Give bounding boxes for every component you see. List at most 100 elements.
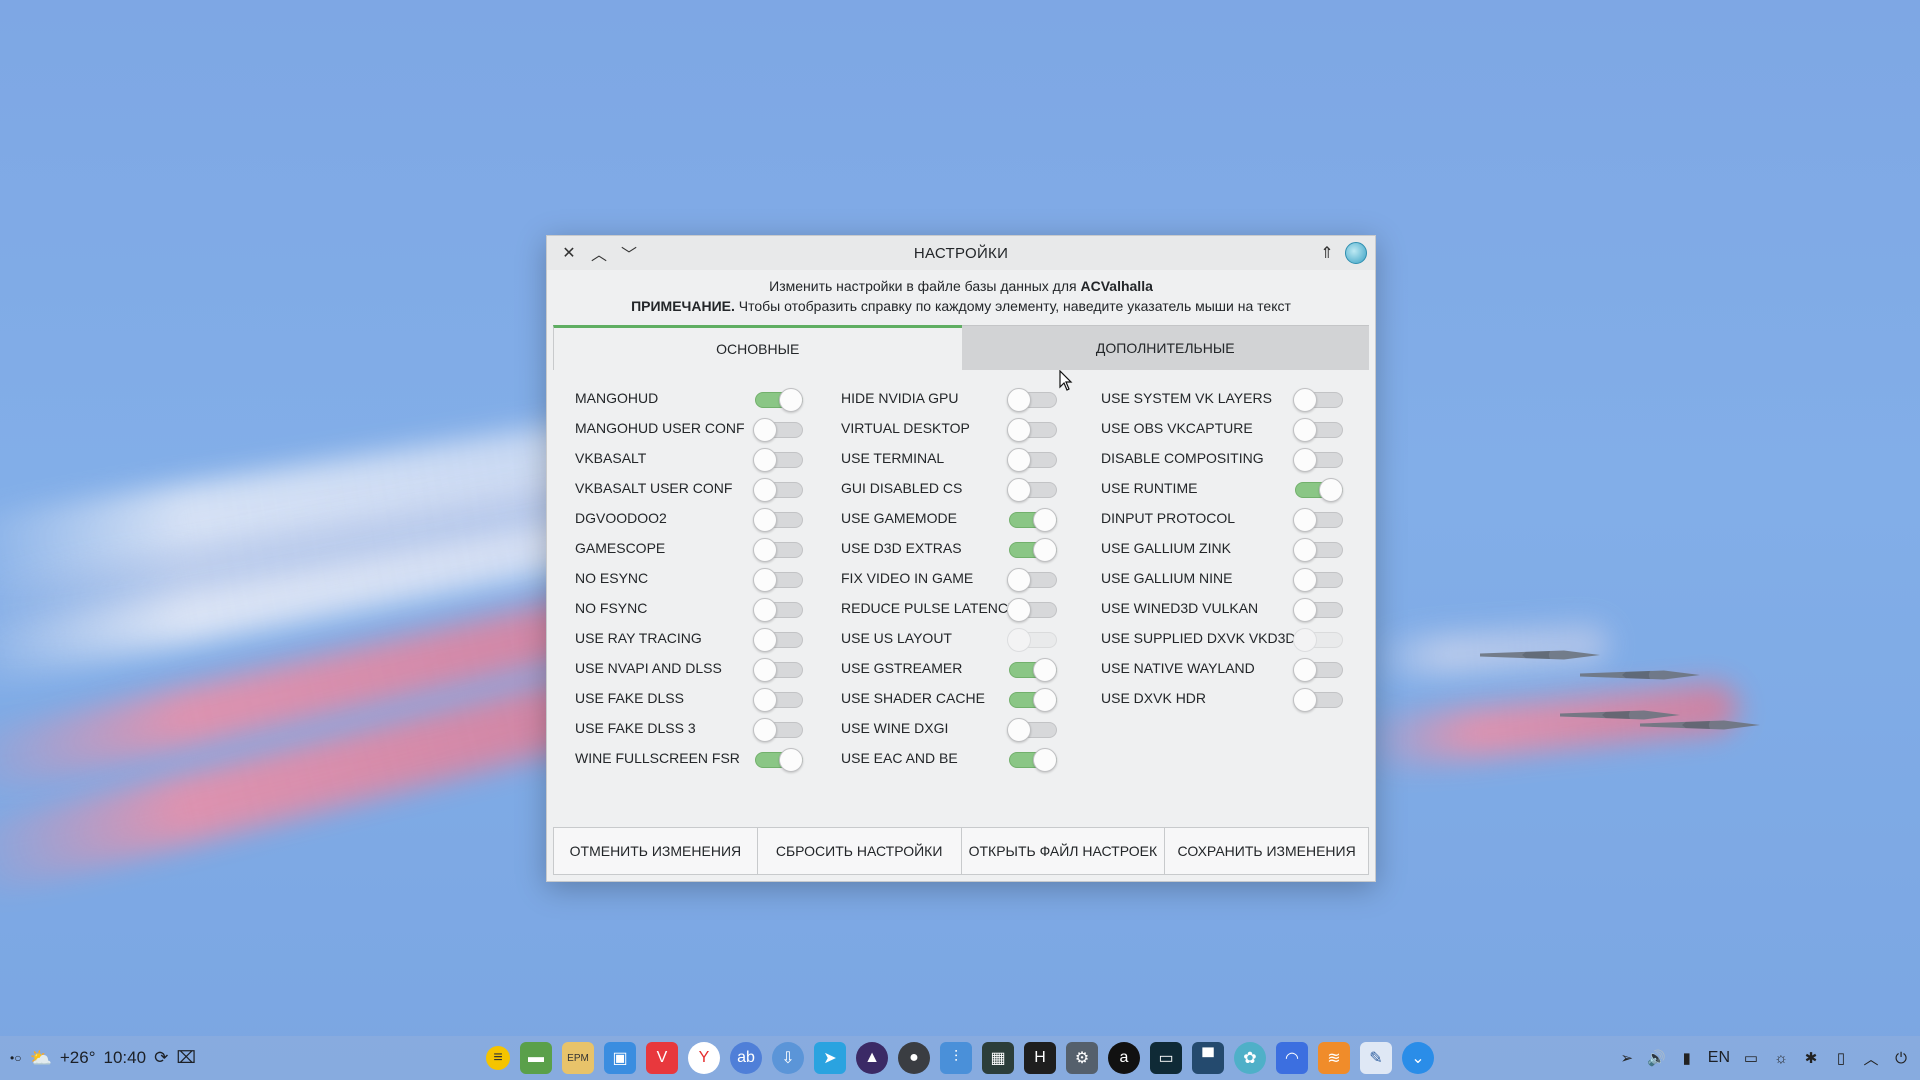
option-label[interactable]: REDUCE PULSE LATENCY — [841, 600, 1017, 616]
download-app-icon[interactable]: ⇩ — [772, 1042, 804, 1074]
option-label[interactable]: HIDE NVIDIA GPU — [841, 390, 958, 406]
portproton-app-icon[interactable]: EPM — [562, 1042, 594, 1074]
option-toggle[interactable] — [1293, 687, 1345, 712]
option-toggle[interactable] — [1007, 747, 1059, 772]
option-toggle[interactable] — [753, 657, 805, 682]
option-label[interactable]: GAMESCOPE — [575, 540, 665, 556]
option-toggle[interactable] — [1293, 387, 1345, 412]
option-toggle[interactable] — [1007, 537, 1059, 562]
display-icon[interactable]: ▭ — [1742, 1049, 1760, 1067]
arrow-app-icon[interactable]: ⌄ — [1402, 1042, 1434, 1074]
keep-above-icon[interactable]: ⇑ — [1315, 241, 1339, 265]
option-label[interactable]: DGVOODOO2 — [575, 510, 667, 526]
option-toggle[interactable] — [1007, 597, 1059, 622]
option-toggle[interactable] — [1007, 417, 1059, 442]
save-changes-button[interactable]: СОХРАНИТЬ ИЗМЕНЕНИЯ — [1165, 828, 1368, 874]
tab-main[interactable]: ОСНОВНЫЕ — [553, 325, 962, 370]
chevron-up-icon[interactable]: ︿ — [587, 241, 611, 265]
telegram-app-icon[interactable]: ➤ — [814, 1042, 846, 1074]
option-label[interactable]: FIX VIDEO IN GAME — [841, 570, 973, 586]
option-toggle[interactable] — [753, 687, 805, 712]
proton-app-icon[interactable]: ▲ — [856, 1042, 888, 1074]
option-toggle[interactable] — [1007, 387, 1059, 412]
reset-settings-button[interactable]: СБРОСИТЬ НАСТРОЙКИ — [757, 828, 962, 874]
usb-icon[interactable]: ▮ — [1678, 1049, 1696, 1067]
yandex-browser-app-icon[interactable]: Y — [688, 1042, 720, 1074]
option-label[interactable]: DINPUT PROTOCOL — [1101, 510, 1235, 526]
screenshot-icon[interactable]: ⌧ — [176, 1048, 196, 1068]
option-label[interactable]: USE D3D EXTRAS — [841, 540, 962, 556]
option-label[interactable]: VIRTUAL DESKTOP — [841, 420, 970, 436]
option-label[interactable]: USE RUNTIME — [1101, 480, 1197, 496]
option-label[interactable]: USE WINE DXGI — [841, 720, 948, 736]
option-label[interactable]: USE SUPPLIED DXVK VKD3D — [1101, 630, 1296, 646]
settings-app-icon[interactable]: ✿ — [1234, 1042, 1266, 1074]
files-app-icon[interactable]: ▬ — [520, 1042, 552, 1074]
option-toggle[interactable] — [1007, 717, 1059, 742]
option-label[interactable]: USE RAY TRACING — [575, 630, 702, 646]
option-toggle[interactable] — [753, 417, 805, 442]
option-label[interactable]: DISABLE COMPOSITING — [1101, 450, 1264, 466]
equalizer-app-icon[interactable]: ⫶ — [940, 1042, 972, 1074]
option-label[interactable]: USE SHADER CACHE — [841, 690, 985, 706]
option-label[interactable]: USE GALLIUM NINE — [1101, 570, 1232, 586]
option-toggle[interactable] — [753, 477, 805, 502]
option-toggle[interactable] — [1007, 507, 1059, 532]
option-toggle[interactable] — [1007, 657, 1059, 682]
option-label[interactable]: USE NATIVE WAYLAND — [1101, 660, 1255, 676]
option-toggle[interactable] — [753, 537, 805, 562]
option-toggle[interactable] — [1293, 657, 1345, 682]
h-app-icon[interactable]: H — [1024, 1042, 1056, 1074]
option-toggle[interactable] — [753, 507, 805, 532]
tools-app-icon[interactable]: ⚙ — [1066, 1042, 1098, 1074]
chat-app-icon[interactable]: ab — [730, 1042, 762, 1074]
option-label[interactable]: NO ESYNC — [575, 570, 648, 586]
volume-icon[interactable]: 🔊 — [1647, 1049, 1666, 1067]
option-label[interactable]: USE DXVK HDR — [1101, 690, 1206, 706]
option-toggle[interactable] — [1007, 567, 1059, 592]
option-label[interactable]: USE FAKE DLSS 3 — [575, 720, 696, 736]
tab-additional[interactable]: ДОПОЛНИТЕЛЬНЫЕ — [961, 325, 1369, 370]
monitor-app-icon[interactable]: ▀ — [1192, 1042, 1224, 1074]
option-toggle[interactable] — [1293, 417, 1345, 442]
option-toggle[interactable] — [753, 717, 805, 742]
option-label[interactable]: USE SYSTEM VK LAYERS — [1101, 390, 1272, 406]
brightness-icon[interactable]: ☼ — [1772, 1049, 1790, 1067]
option-label[interactable]: USE GAMEMODE — [841, 510, 957, 526]
terminal-app-icon[interactable]: ▭ — [1150, 1042, 1182, 1074]
option-toggle[interactable] — [1293, 567, 1345, 592]
option-label[interactable]: USE TERMINAL — [841, 450, 944, 466]
option-toggle[interactable] — [753, 597, 805, 622]
option-toggle[interactable] — [1007, 447, 1059, 472]
bluetooth-icon[interactable]: ✱ — [1802, 1049, 1820, 1067]
dolphin-app-icon[interactable]: ◠ — [1276, 1042, 1308, 1074]
game-app-icon[interactable]: ▦ — [982, 1042, 1014, 1074]
cancel-changes-button[interactable]: ОТМЕНИТЬ ИЗМЕНЕНИЯ — [554, 828, 758, 874]
weather-icon[interactable]: ⛅ — [29, 1048, 51, 1069]
option-label[interactable]: VKBASALT — [575, 450, 646, 466]
tray-expand-icon[interactable]: ︿ — [1862, 1049, 1880, 1068]
option-label[interactable]: GUI DISABLED CS — [841, 480, 962, 496]
refresh-icon[interactable]: ⟳ — [154, 1048, 168, 1068]
option-label[interactable]: USE WINED3D VULKAN — [1101, 600, 1258, 616]
workspace-dots-icon[interactable]: •○ — [10, 1051, 21, 1065]
pen-app-icon[interactable]: ✎ — [1360, 1042, 1392, 1074]
option-label[interactable]: USE NVAPI AND DLSS — [575, 660, 722, 676]
a-app-icon[interactable]: a — [1108, 1042, 1140, 1074]
option-toggle[interactable] — [1007, 687, 1059, 712]
option-label[interactable]: VKBASALT USER CONF — [575, 480, 732, 496]
option-label[interactable]: NO FSYNC — [575, 600, 647, 616]
option-toggle[interactable] — [1293, 477, 1345, 502]
close-icon[interactable]: ✕ — [557, 241, 581, 265]
send-icon[interactable]: ➢ — [1618, 1049, 1636, 1067]
open-settings-file-button[interactable]: ОТКРЫТЬ ФАЙЛ НАСТРОЕК — [961, 828, 1166, 874]
option-label[interactable]: MANGOHUD USER CONF — [575, 420, 745, 436]
option-label[interactable]: USE OBS VKCAPTURE — [1101, 420, 1253, 436]
option-label[interactable]: USE GSTREAMER — [841, 660, 962, 676]
stack-app-icon[interactable]: ≋ — [1318, 1042, 1350, 1074]
option-toggle[interactable] — [1007, 477, 1059, 502]
option-toggle[interactable] — [1293, 537, 1345, 562]
option-toggle[interactable] — [753, 387, 805, 412]
option-toggle[interactable] — [753, 747, 805, 772]
option-toggle[interactable] — [753, 627, 805, 652]
